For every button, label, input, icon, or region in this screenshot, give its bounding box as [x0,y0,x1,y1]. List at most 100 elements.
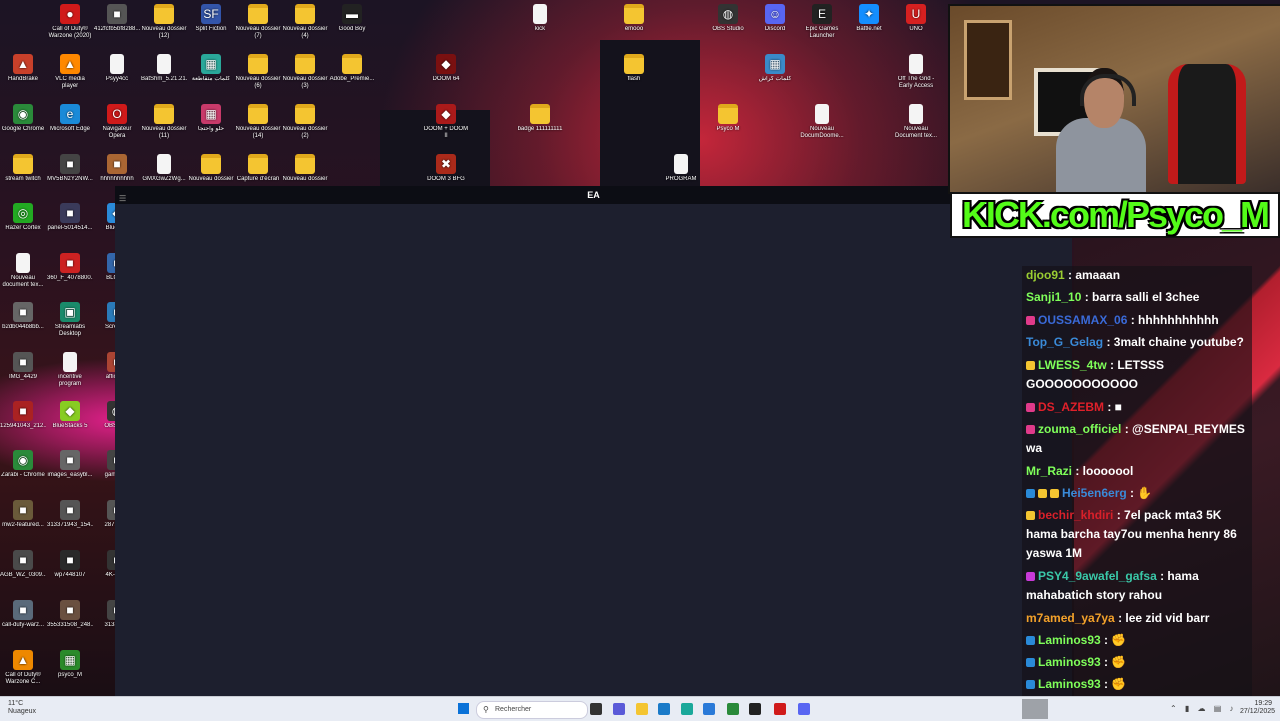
desktop-icon-cod-warz[interactable]: ■ call-duty-warz... [0,600,46,629]
desktop-icon-nd-2[interactable]: Nouveau dossier (2) [282,104,328,140]
desktop-icon-discord[interactable]: ☺ Discord [752,4,798,33]
opera-icon[interactable] [774,703,786,715]
desktop-icon-nd-3[interactable]: Nouveau dossier (3) [282,54,328,90]
weather-widget[interactable]: 11°C Nuageux [8,700,36,716]
ea-titlebar[interactable]: ☰ EA [115,186,1072,204]
menu-icon[interactable]: ☰ [119,190,126,208]
desktop-icon-images-easybl[interactable]: ■ images_easybl... [47,450,93,479]
desktop-icon-epic[interactable]: E Epic Games Launcher [799,4,845,40]
terminal-icon[interactable] [749,703,761,715]
desktop-icon-badge[interactable]: badge 111111111 [517,104,563,133]
desktop-icon-arabic-1[interactable]: ▦ كلمات متقاطعة [188,54,234,83]
desktop-icon-nd-11[interactable]: Nouveau dossier (11) [141,104,187,140]
desktop-icon-razer[interactable]: ◎ Razer Cortex [0,203,46,232]
desktop-icon-mw2[interactable]: ■ mw2-featured... [0,500,46,529]
desktop-icon-img4429[interactable]: ■ IMG_4429 [0,352,46,381]
desktop-icon-psyy4cc[interactable]: Psyy4cc [94,54,140,83]
file-explorer-icon[interactable] [636,703,648,715]
desktop-icon-nd-7[interactable]: Nouveau dossier (7) [235,4,281,40]
img4429-icon: ■ [13,352,33,372]
desktop-icon-label: Zarabi - Chrome [1,472,45,478]
desktop-icon-nd-plain-2[interactable]: Nouveau dossier [282,154,328,183]
desktop-icon-agb[interactable]: ■ AGB_WZ_0309... [0,550,46,579]
desktop-icon-program[interactable]: PROGRAM [658,154,704,183]
desktop-icon-nd-14[interactable]: Nouveau dossier (14) [235,104,281,140]
search-box[interactable]: ⚲ Rechercher [476,701,588,719]
task-view-icon[interactable] [590,703,602,715]
desktop-icon-capture[interactable]: Capture d'écran [235,154,281,183]
desktop-icon-nd-text[interactable]: Nouveau Document tex... [893,104,939,140]
taskbar-preview-thumbnail[interactable] [1022,699,1048,719]
mail-icon[interactable] [703,703,715,715]
desktop-icon-nd-doom[interactable]: Nouveau DocumDoome... [799,104,845,140]
desktop-icon-chrome[interactable]: ◉ Google Chrome [0,104,46,133]
desktop-icon-cod-warzone[interactable]: ● Call of Duty® Warzone (2020) [47,4,93,40]
desktop-icon-kick[interactable]: kick [517,4,563,33]
vlc-icon: ▲ [60,54,80,74]
desktop-icon-label: Good Boy [338,26,366,32]
cod-warzone-icon: ● [60,4,80,24]
desktop-icon-cod-warzone2[interactable]: ▲ Call of Duty® Warzone C... [0,650,46,686]
desktop-icon-mv5b[interactable]: ■ MV5BNzY2NW... [47,154,93,183]
edge-icon[interactable] [681,703,693,715]
desktop-icon-vlc[interactable]: ▲ VLC media player [47,54,93,90]
desktop-icon-bluestacks5[interactable]: ◆ BlueStacks 5 [47,401,93,430]
desktop-icon-split-fiction[interactable]: SF Split Fiction [188,4,234,33]
ea-app-window[interactable]: ☰ EA [115,186,1072,696]
desktop-icon-edge[interactable]: e Microsoft Edge [47,104,93,133]
desktop-icon-battlenet[interactable]: ✦ Battle.net [846,4,892,33]
desktop-icon-panel[interactable]: ■ panel-5014514... [47,203,93,232]
desktop-icon-nd-6[interactable]: Nouveau dossier (6) [235,54,281,90]
desktop-icon-doom-doom[interactable]: ◆ DOOM + DOOM II [423,104,469,140]
desktop-icon-off-the-grid[interactable]: Off The Grid - Early Access [893,54,939,90]
desktop-icon-doom64[interactable]: ◆ DOOM 64 [423,54,469,83]
desktop-icon-nd-plain[interactable]: Nouveau dossier [188,154,234,183]
desktop-icon-hhhh[interactable]: ■ hhhhhhhhhh [94,154,140,183]
chat-username: m7amed_ya7ya [1026,611,1115,625]
windows-start-icon[interactable] [458,703,469,714]
desktop-icon-gmx[interactable]: GMXGwZzWg... [141,154,187,183]
chat-message: Sanji1_10 : barra salli el 3chee [1026,288,1248,307]
edge-icon: e [60,104,80,124]
desktop-icon-stream-twitch[interactable]: stream twitch [0,154,46,183]
desktop-icon-handbrake[interactable]: ▲ HandBrake [0,54,46,83]
desktop-icon-batshm[interactable]: BatShm_5.21.21... [141,54,187,83]
chat-username: Mr_Razi [1026,464,1073,478]
desktop-icon-arabic-2[interactable]: ▦ كلمات كراش [752,54,798,83]
desktop-icon-zarabi[interactable]: ◉ Zarabi - Chrome [0,450,46,479]
desktop-icon-label: Nouveau dossier [188,176,234,182]
store-icon[interactable] [658,703,670,715]
system-tray[interactable]: ⌃ ▮ ☁ ▤ ♪ [1170,704,1237,713]
teams-icon[interactable] [613,703,625,715]
desktop-icon-psyco-m[interactable]: ▦ psyco_M [47,650,93,679]
desktop-icon-psyco-m-folder[interactable]: Psyco M [705,104,751,133]
wp-icon: ■ [60,550,80,570]
obs-icon: ◍ [718,4,738,24]
desktop-icon-label: 360_F_4078800... [47,275,93,281]
desktop-icon-good-boy[interactable]: ▬ Good Boy [329,4,375,33]
desktop-icon-adobe-premiere[interactable]: Adobe_Premie... [329,54,375,83]
desktop-icon-opera[interactable]: O Navigateur Opera [94,104,140,140]
chrome-icon[interactable] [727,703,739,715]
desktop-icon-nd-12[interactable]: Nouveau dossier (12) [141,4,187,40]
desktop-icon-img125[interactable]: ■ 125941043_212... [0,401,46,430]
desktop-icon-b2db[interactable]: ■ b2db044b8bb... [0,302,46,331]
desktop-icon-img360[interactable]: ■ 360_F_4078800... [47,253,93,282]
desktop-icon-img355[interactable]: ■ 355331508_248... [47,600,93,629]
desktop-icon-nd-4[interactable]: Nouveau dossier (4) [282,4,328,40]
desktop-icon-uno[interactable]: U UNO [893,4,939,33]
desktop-icon-obs[interactable]: ◍ OBS Studio [705,4,751,33]
desktop-icon-nd-text-2[interactable]: Nouveau document tex... [0,253,46,289]
clock[interactable]: 19:29 27/12/2025 [1240,700,1275,716]
desktop-icon-arabic-3[interactable]: ▦ حلو واحتجا [188,104,234,133]
desktop-icon-doom3[interactable]: ✖ DOOM 3 BFG [423,154,469,183]
discord-icon[interactable] [798,703,810,715]
desktop-icon-incentive[interactable]: incentive program [47,352,93,388]
desktop-icon-flash[interactable]: flash [611,54,657,83]
desktop-icon-emooo[interactable]: emooo [611,4,657,33]
desktop-icon-label: 125941043_212... [0,423,46,429]
desktop-icon-wp[interactable]: ■ wp7448107 [47,550,93,579]
desktop-icon-img-412[interactable]: ■ 412fcfb5bf8288... [94,4,140,33]
desktop-icon-img313-1[interactable]: ■ 313371943_154... [47,500,93,529]
desktop-icon-streamlabs[interactable]: ▣ Streamlabs Desktop [47,302,93,338]
